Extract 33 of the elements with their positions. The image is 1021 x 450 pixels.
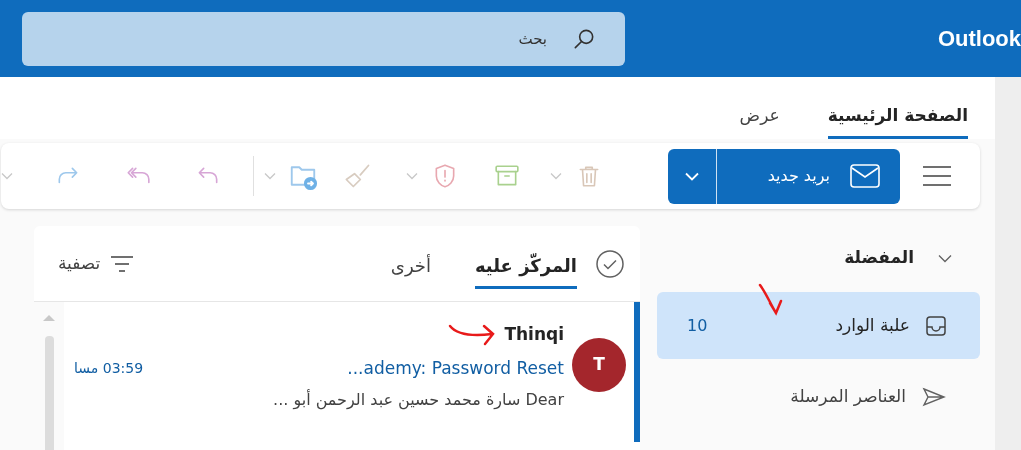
message-time: 03:59 مسا bbox=[74, 359, 144, 379]
folder-item[interactable]: العناصر المرسلة bbox=[657, 363, 980, 430]
favorites-header[interactable]: المفضلة bbox=[657, 238, 980, 278]
scroll-up-icon[interactable] bbox=[42, 314, 56, 322]
scrollbar[interactable] bbox=[34, 302, 64, 450]
new-mail-dropdown[interactable] bbox=[668, 148, 717, 204]
ribbon-tab[interactable]: الصفحة الرئيسية bbox=[827, 102, 968, 139]
scrollbar-thumb[interactable] bbox=[44, 336, 54, 450]
send-icon bbox=[922, 386, 946, 407]
avatar: T bbox=[572, 338, 626, 392]
message-subject: ...ademy: Password Reset bbox=[347, 357, 564, 380]
chevron-down-icon[interactable] bbox=[1, 172, 13, 180]
menu-icon[interactable] bbox=[922, 165, 952, 187]
select-all-icon[interactable] bbox=[595, 248, 625, 279]
chevron-down-icon[interactable] bbox=[264, 172, 276, 180]
search-field[interactable]: بحث bbox=[22, 11, 625, 66]
inbox-tab[interactable]: المركّز عليه bbox=[474, 238, 577, 289]
inbox-icon bbox=[926, 315, 946, 336]
new-mail-button[interactable]: بريد جديد bbox=[717, 148, 900, 204]
filter-icon bbox=[110, 254, 135, 273]
broom-icon[interactable] bbox=[344, 162, 372, 190]
chevron-down-icon[interactable] bbox=[406, 172, 418, 180]
annotation-arrow-drawing bbox=[758, 283, 784, 317]
chevron-down-icon[interactable] bbox=[550, 172, 562, 180]
app-title: Outlook bbox=[937, 25, 1021, 53]
filter-button[interactable]: تصفية bbox=[58, 250, 135, 277]
unread-count: 10 bbox=[687, 314, 708, 337]
sender-name: Thinqi bbox=[504, 323, 564, 347]
ribbon-tab[interactable]: عرض bbox=[739, 102, 780, 139]
inbox-tab[interactable]: أخرى bbox=[390, 238, 431, 289]
chevron-down-icon bbox=[685, 171, 699, 181]
message-preview: Dear سارة محمد حسين عبد الرحمن أبو ... bbox=[272, 388, 564, 412]
envelope-icon bbox=[850, 164, 880, 188]
